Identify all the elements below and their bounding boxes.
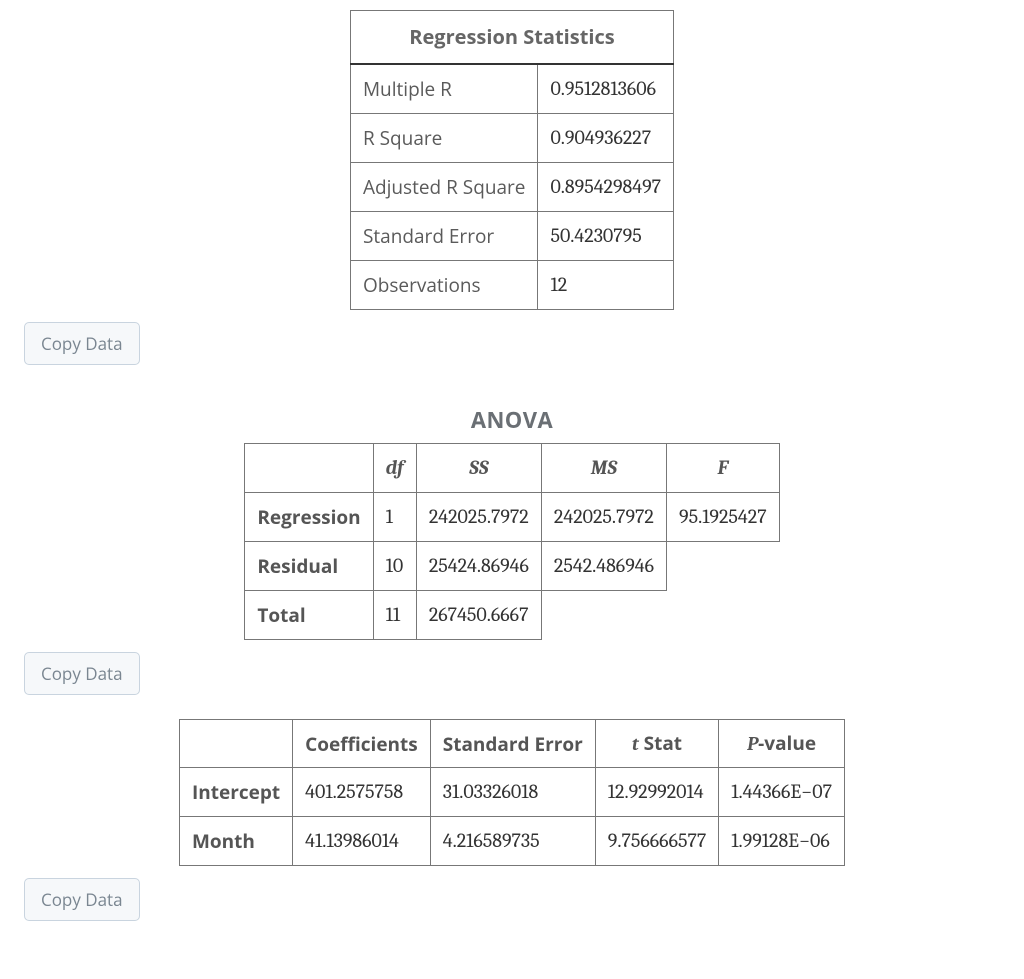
coef-value: 401.2575758 xyxy=(293,768,431,817)
anova-row-label: Residual xyxy=(245,542,373,591)
anova-header-f: F xyxy=(667,444,780,493)
t-stat-rest: Stat xyxy=(639,730,682,756)
anova-header-ss: SS xyxy=(416,444,541,493)
anova-table: df SS MS F Regression 1 242025.7972 2420… xyxy=(244,443,779,640)
anova-ms: 2542.486946 xyxy=(541,542,666,591)
anova-f-empty xyxy=(667,591,780,640)
stat-label: Multiple R xyxy=(350,64,538,114)
copy-data-button[interactable]: Copy Data xyxy=(24,878,140,921)
table-row: Residual 10 25424.86946 2542.486946 xyxy=(245,542,779,591)
anova-ms-empty xyxy=(541,591,666,640)
stat-value: 50.4230795 xyxy=(538,212,674,261)
p-exponent: −07 xyxy=(801,780,832,803)
stat-value: 12 xyxy=(538,261,674,310)
table-row: Total 11 267450.6667 xyxy=(245,591,779,640)
anova-title: ANOVA xyxy=(22,405,1002,435)
p-value-P: P xyxy=(747,733,758,755)
p-value: 1.44366E−07 xyxy=(719,768,845,817)
table-row: Standard Error 50.4230795 xyxy=(350,212,673,261)
stat-label: R Square xyxy=(350,114,538,163)
t-stat-t: t xyxy=(632,733,639,755)
anova-header-blank xyxy=(245,444,373,493)
stat-label: Standard Error xyxy=(350,212,538,261)
p-e: E xyxy=(790,780,801,803)
p-value: 1.99128E−06 xyxy=(719,817,845,866)
table-row: Intercept 401.2575758 31.03326018 12.929… xyxy=(180,768,845,817)
p-value-rest: -value xyxy=(758,730,816,756)
t-stat-value: 12.92992014 xyxy=(595,768,718,817)
table-row: Adjusted R Square 0.8954298497 xyxy=(350,163,673,212)
stat-value: 0.904936227 xyxy=(538,114,674,163)
coef-value: 41.13986014 xyxy=(293,817,431,866)
copy-data-button[interactable]: Copy Data xyxy=(24,652,140,695)
anova-df: 10 xyxy=(373,542,416,591)
copy-data-button[interactable]: Copy Data xyxy=(24,322,140,365)
coef-header-t-stat: t Stat xyxy=(595,720,718,768)
anova-f-empty xyxy=(667,542,780,591)
stat-value: 0.9512813606 xyxy=(538,64,674,114)
p-mantissa: 1.44366 xyxy=(731,780,790,803)
coef-header-blank xyxy=(180,720,293,768)
coef-header-standard-error: Standard Error xyxy=(430,720,595,768)
p-e: E xyxy=(788,829,799,852)
anova-row-label: Total xyxy=(245,591,373,640)
anova-header-ms: MS xyxy=(541,444,666,493)
anova-ss: 267450.6667 xyxy=(416,591,541,640)
stat-label: Observations xyxy=(350,261,538,310)
coef-header-coefficients: Coefficients xyxy=(293,720,431,768)
table-row: Multiple R 0.9512813606 xyxy=(350,64,673,114)
stat-value: 0.8954298497 xyxy=(538,163,674,212)
t-stat-value: 9.756666577 xyxy=(595,817,718,866)
stderr-value: 31.03326018 xyxy=(430,768,595,817)
table-row: Observations 12 xyxy=(350,261,673,310)
anova-ms: 242025.7972 xyxy=(541,493,666,542)
table-row: Month 41.13986014 4.216589735 9.75666657… xyxy=(180,817,845,866)
p-mantissa: 1.99128 xyxy=(731,829,788,852)
stderr-value: 4.216589735 xyxy=(430,817,595,866)
anova-df: 1 xyxy=(373,493,416,542)
anova-ss: 25424.86946 xyxy=(416,542,541,591)
anova-header-df: df xyxy=(373,444,416,493)
table-row: Regression 1 242025.7972 242025.7972 95.… xyxy=(245,493,779,542)
anova-row-label: Regression xyxy=(245,493,373,542)
coef-header-p-value: P-value xyxy=(719,720,845,768)
anova-df: 11 xyxy=(373,591,416,640)
coef-row-label: Month xyxy=(180,817,293,866)
anova-ss: 242025.7972 xyxy=(416,493,541,542)
coefficients-table: Coefficients Standard Error t Stat P-val… xyxy=(179,719,845,866)
regression-statistics-table: Regression Statistics Multiple R 0.95128… xyxy=(350,10,674,310)
anova-f: 95.1925427 xyxy=(667,493,780,542)
stat-label: Adjusted R Square xyxy=(350,163,538,212)
p-exponent: −06 xyxy=(799,829,830,852)
coef-row-label: Intercept xyxy=(180,768,293,817)
table-row: R Square 0.904936227 xyxy=(350,114,673,163)
regression-statistics-title: Regression Statistics xyxy=(350,11,673,65)
